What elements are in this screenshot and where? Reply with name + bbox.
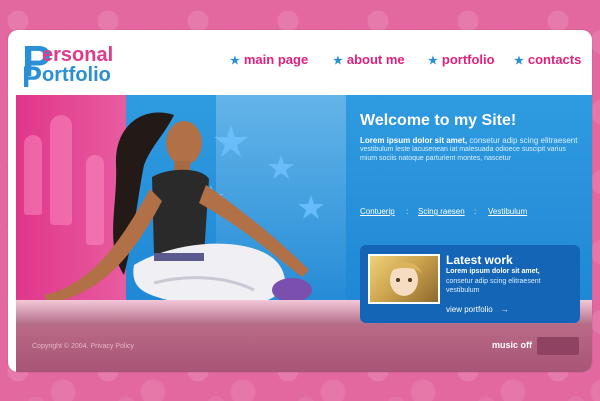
nav-label: contacts [527, 52, 582, 67]
latest-work-thumbnail[interactable] [368, 254, 440, 304]
site-footer: Copyright © 2004. Privacy Policy music o… [16, 325, 592, 372]
nav-portfolio[interactable]: ★ portfolio [428, 52, 495, 67]
anime-character-icon [386, 262, 422, 296]
girl-illustration-icon [44, 112, 312, 309]
latest-work-title: Latest work [446, 253, 513, 267]
site-frame: P ersonal P ortfolio ★ main page ★ about m… [8, 30, 592, 372]
welcome-lead: Lorem ipsum dolor sit amet, consetur adi… [360, 136, 577, 145]
logo-word-portfolio: ortfolio [42, 64, 111, 86]
music-toggle-label: music off [492, 340, 533, 350]
star-icon: ★ [514, 55, 524, 67]
star-icon: ★ [333, 55, 343, 67]
view-portfolio-label: view portfolio [446, 305, 493, 314]
star-icon: ★ [230, 55, 240, 67]
welcome-lead-bold: Lorem ipsum dolor sit amet, [360, 136, 468, 145]
view-portfolio-link[interactable]: view portfolio → [446, 305, 509, 314]
nav-about-me[interactable]: ★ about me [333, 52, 405, 67]
logo-letter-p-bottom: P [22, 61, 43, 94]
music-toggle-button[interactable] [537, 337, 579, 355]
nav-label: about me [346, 52, 405, 67]
nav-main-page[interactable]: ★ main page [230, 52, 308, 67]
nav-contacts[interactable]: ★ contacts [514, 52, 581, 67]
nav-label: portfolio [441, 52, 495, 67]
welcome-body: vestibulum leste lacusenean iat malesuad… [360, 146, 566, 162]
nav-label: main page [243, 52, 309, 67]
hero-banner: Welcome to my Site! Lorem ipsum dolor si… [16, 95, 592, 325]
link-contuerip[interactable]: Contuerip [360, 207, 395, 216]
star-icon: ★ [428, 55, 438, 67]
latest-work-card: Latest work Lorem ipsum dolor sit amet, … [360, 245, 580, 323]
link-vestibulum[interactable]: Vestibulum [488, 207, 527, 216]
latest-work-body: consetur adip scing elitraesent vestibul… [446, 278, 541, 294]
arrow-right-icon: → [500, 305, 509, 314]
link-scing-raesen[interactable]: Scing raesen [418, 207, 465, 216]
copyright-text[interactable]: Copyright © 2004. Privacy Policy [32, 343, 134, 350]
link-separator: : [406, 207, 409, 216]
link-separator: : [474, 207, 477, 216]
site-logo[interactable]: P ersonal P ortfolio [22, 40, 132, 95]
welcome-lead-rest: consetur adip scing elitraesent [469, 136, 578, 145]
welcome-title: Welcome to my Site! [360, 112, 517, 129]
latest-work-lead: Lorem ipsum dolor sit amet, [446, 268, 540, 275]
